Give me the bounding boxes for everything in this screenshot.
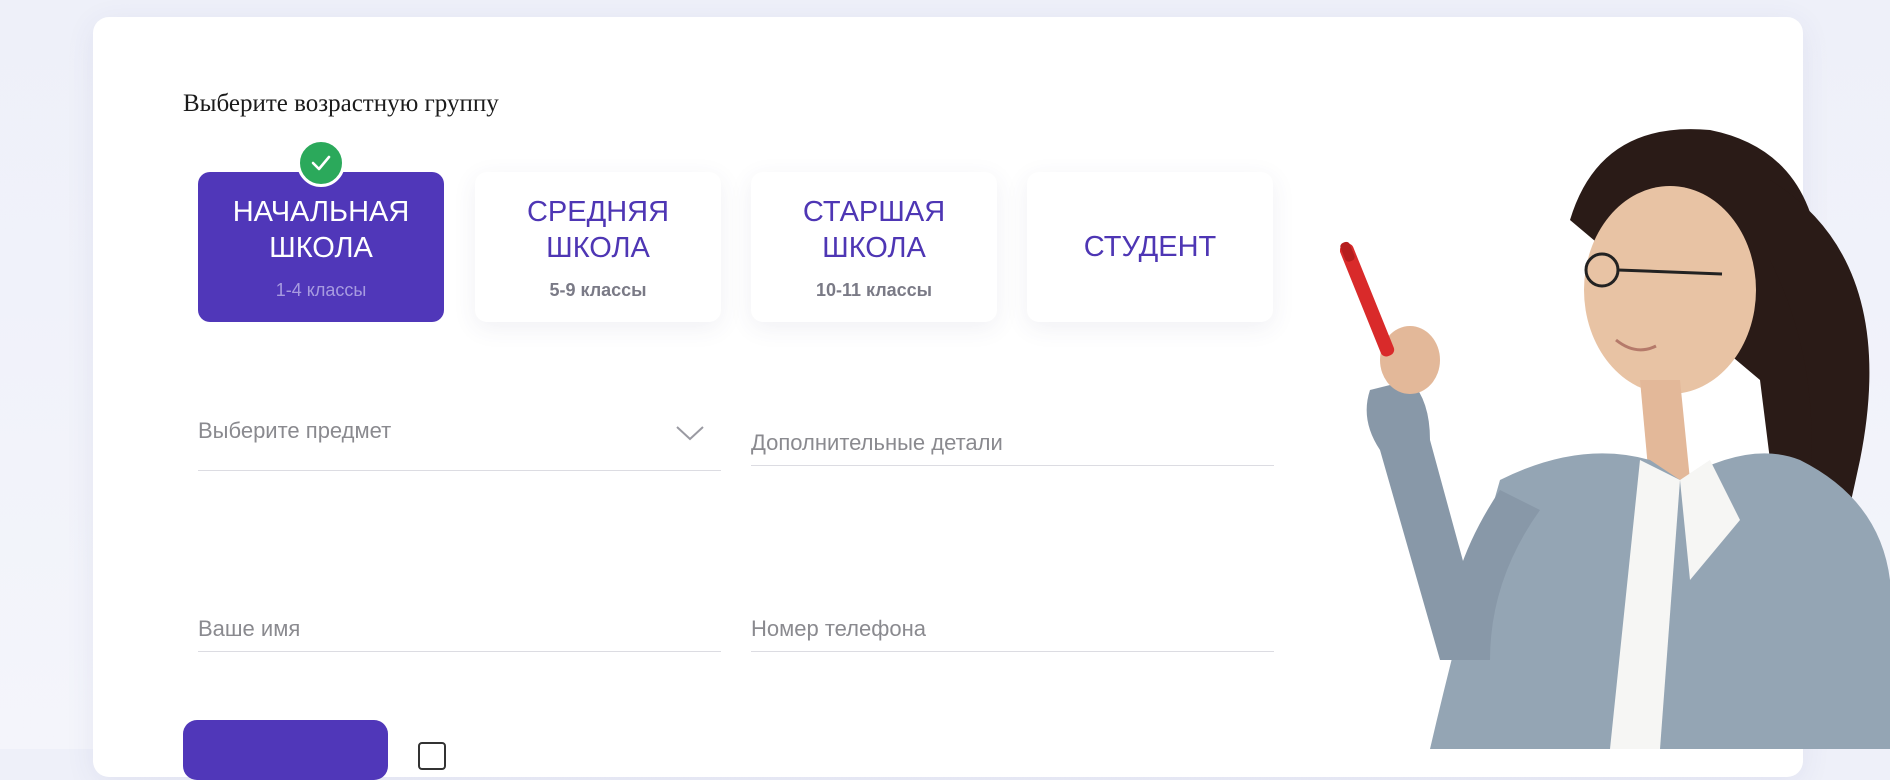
- submit-button[interactable]: [183, 720, 388, 780]
- age-group-student[interactable]: СТУДЕНТ: [1027, 172, 1273, 322]
- chevron-down-icon: [675, 424, 705, 447]
- age-group-title: СТУДЕНТ: [1083, 231, 1217, 263]
- age-group-subtitle: 1-4 классы: [275, 279, 367, 300]
- age-group-subtitle: 10-11 классы: [815, 279, 933, 300]
- age-group-primary-school[interactable]: НАЧАЛЬНАЯ ШКОЛА 1-4 классы: [198, 172, 444, 322]
- age-group-middle-school[interactable]: СРЕДНЯЯ ШКОЛА 5-9 классы: [475, 172, 721, 322]
- consent-checkbox[interactable]: [418, 742, 446, 770]
- age-group-heading: Выберите возрастную группу: [183, 90, 499, 117]
- age-group-high-school[interactable]: СТАРШАЯ ШКОЛА 10-11 классы: [751, 172, 997, 322]
- age-group-title: СРЕДНЯЯ ШКОЛА: [526, 195, 670, 264]
- phone-input[interactable]: [751, 606, 1274, 652]
- subject-select[interactable]: Выберите предмет: [198, 412, 721, 471]
- details-input[interactable]: [751, 420, 1274, 466]
- age-group-subtitle: 5-9 классы: [549, 279, 647, 300]
- name-input[interactable]: [198, 606, 721, 652]
- age-group-title: НАЧАЛЬНАЯ ШКОЛА: [232, 195, 410, 264]
- check-icon: [297, 139, 345, 187]
- subject-select-label: Выберите предмет: [198, 418, 392, 443]
- woman-with-marker-illustration: [1340, 129, 1890, 749]
- age-group-title: СТАРШАЯ ШКОЛА: [802, 195, 946, 264]
